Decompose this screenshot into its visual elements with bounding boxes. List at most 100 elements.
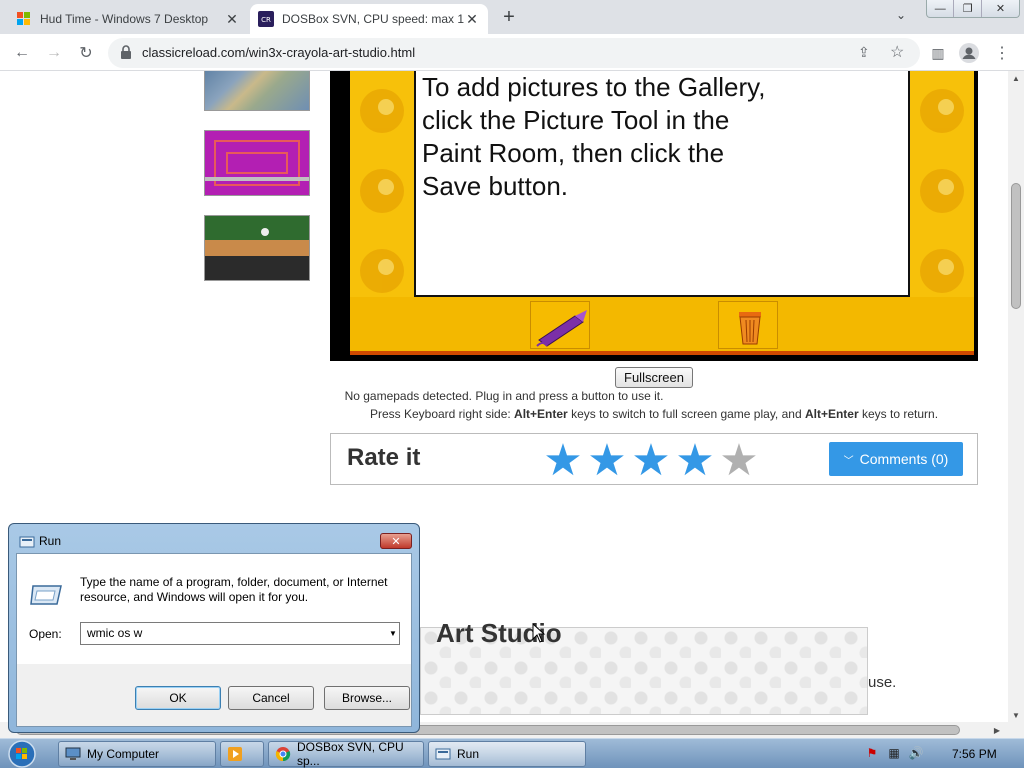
share-icon[interactable]: ⇪ bbox=[858, 44, 870, 61]
gallery-frame: To add pictures to the Gallery, click th… bbox=[350, 71, 974, 355]
dosbox-game-canvas[interactable]: To add pictures to the Gallery, click th… bbox=[330, 71, 978, 361]
chrome-icon bbox=[275, 746, 291, 762]
run-dialog-buttons: OK Cancel Browse... bbox=[17, 664, 411, 726]
gallery-instructions: To add pictures to the Gallery, click th… bbox=[422, 71, 765, 203]
game-thumbnail-purple[interactable] bbox=[204, 130, 310, 196]
start-button[interactable] bbox=[6, 739, 46, 768]
vertical-scroll-thumb[interactable] bbox=[1011, 183, 1021, 309]
forward-button[interactable]: → bbox=[42, 41, 66, 65]
taskbar-item-label: My Computer bbox=[87, 747, 160, 761]
taskbar-media-player[interactable] bbox=[220, 741, 264, 767]
taskbar-chrome-dosbox[interactable]: DOSBox SVN, CPU sp... bbox=[268, 740, 424, 768]
instruction-line: click the Picture Tool in the bbox=[422, 105, 730, 135]
browser-toolbar: ← → ↻ classicreload.com/win3x-crayola-ar… bbox=[0, 34, 1024, 71]
star-empty-icon[interactable]: ★ bbox=[717, 439, 761, 484]
address-bar[interactable]: classicreload.com/win3x-crayola-art-stud… bbox=[108, 38, 920, 68]
instruction-line: To add pictures to the Gallery, bbox=[422, 72, 766, 102]
windows-taskbar: My Computer DOSBox SVN, CPU sp... Run ⚑ … bbox=[0, 738, 1024, 768]
comments-label: Comments (0) bbox=[859, 451, 949, 467]
run-dialog-titlebar[interactable]: Run ✕ bbox=[9, 524, 419, 552]
menu-kebab-icon[interactable]: ⋮ bbox=[990, 41, 1014, 65]
comments-button[interactable]: ﹀ Comments (0) bbox=[829, 442, 963, 476]
tab-title: Hud Time - Windows 7 Desktop bbox=[40, 12, 209, 26]
trash-tool-button[interactable] bbox=[718, 301, 778, 349]
chevron-down-icon: ﹀ bbox=[843, 455, 854, 467]
star-filled-icon[interactable]: ★ bbox=[541, 439, 585, 484]
dropdown-arrow-icon[interactable]: ▼ bbox=[387, 623, 399, 644]
close-dialog-button[interactable]: ✕ bbox=[380, 533, 412, 549]
lock-icon bbox=[120, 45, 134, 61]
bookmark-star-icon[interactable]: ☆ bbox=[890, 42, 904, 62]
description-text: use. bbox=[868, 674, 897, 691]
browse-button[interactable]: Browse... bbox=[324, 686, 410, 710]
tab-dosbox[interactable]: CR DOSBox SVN, CPU speed: max 10 ✕ bbox=[250, 4, 488, 34]
instruction-line: Paint Room, then click the bbox=[422, 138, 725, 168]
instruction-line: Save button. bbox=[422, 171, 568, 201]
taskbar-item-label: DOSBox SVN, CPU sp... bbox=[297, 740, 404, 768]
rating-box: Rate it ★ ★ ★ ★ ★ ﹀ Comments (0) bbox=[330, 433, 978, 485]
taskbar-run[interactable]: Run bbox=[428, 741, 586, 767]
ok-button[interactable]: OK bbox=[135, 686, 221, 710]
browser-tab-bar: Hud Time - Windows 7 Desktop ✕ CR DOSBox… bbox=[0, 0, 1024, 34]
run-dialog: Run ✕ Type the name of a program, folder… bbox=[8, 523, 420, 733]
game-thumbnail-baseball[interactable] bbox=[204, 215, 310, 281]
run-dialog-body: Type the name of a program, folder, docu… bbox=[16, 553, 412, 727]
computer-icon bbox=[65, 746, 81, 762]
system-tray: ⚑ ▦ 🔊 bbox=[864, 745, 924, 761]
run-icon bbox=[435, 746, 451, 762]
tab-hud-time[interactable]: Hud Time - Windows 7 Desktop ✕ bbox=[8, 4, 248, 34]
media-player-icon bbox=[227, 746, 243, 762]
keyboard-note: Press Keyboard right side: Alt+Enter key… bbox=[154, 407, 1008, 421]
tab-title: DOSBox SVN, CPU speed: max 10 bbox=[282, 12, 464, 26]
network-icon[interactable]: ▦ bbox=[886, 745, 902, 761]
star-rating[interactable]: ★ ★ ★ ★ ★ bbox=[541, 439, 761, 484]
side-panel-icon[interactable]: ▥ bbox=[926, 41, 950, 65]
run-program-icon bbox=[29, 582, 63, 608]
volume-icon[interactable]: 🔊 bbox=[908, 745, 924, 761]
close-window-button[interactable]: ✕ bbox=[982, 0, 1019, 17]
rate-label: Rate it bbox=[347, 444, 421, 471]
cancel-button[interactable]: Cancel bbox=[228, 686, 314, 710]
frame-bottom-edge bbox=[350, 351, 974, 355]
keyboard-shortcut: Alt+Enter bbox=[804, 407, 859, 421]
chevron-down-icon[interactable]: ⌄ bbox=[896, 8, 914, 26]
game-thumbnail-map[interactable] bbox=[204, 71, 310, 111]
action-center-flag-icon[interactable]: ⚑ bbox=[864, 745, 880, 761]
run-description: Type the name of a program, folder, docu… bbox=[80, 575, 388, 604]
run-dialog-title: Run bbox=[39, 534, 62, 548]
profile-avatar-icon[interactable] bbox=[957, 41, 981, 65]
mouse-cursor-icon bbox=[532, 623, 546, 643]
star-filled-icon[interactable]: ★ bbox=[585, 439, 629, 484]
scroll-up-arrow-icon[interactable]: ▲ bbox=[1008, 71, 1024, 85]
vertical-scrollbar[interactable]: ▲ ▼ bbox=[1008, 71, 1024, 722]
crayon-tool-button[interactable] bbox=[530, 301, 590, 349]
crayon-icon bbox=[536, 310, 587, 347]
minimize-button[interactable]: — bbox=[927, 0, 955, 17]
trash-can-icon bbox=[739, 312, 761, 345]
keyboard-shortcut: Alt+Enter bbox=[514, 407, 568, 421]
restore-button[interactable]: ❐ bbox=[954, 0, 982, 17]
run-icon bbox=[19, 535, 35, 548]
fullscreen-button[interactable]: Fullscreen bbox=[615, 367, 693, 388]
star-filled-icon[interactable]: ★ bbox=[629, 439, 673, 484]
screen: Hud Time - Windows 7 Desktop ✕ CR DOSBox… bbox=[0, 0, 1024, 768]
close-tab-icon[interactable]: ✕ bbox=[464, 11, 480, 27]
window-controls: — ❐ ✕ bbox=[926, 0, 1020, 18]
taskbar-my-computer[interactable]: My Computer bbox=[58, 741, 216, 767]
svg-text:CR: CR bbox=[261, 16, 271, 24]
taskbar-item-label: Run bbox=[457, 747, 480, 761]
open-input[interactable]: wmic os w bbox=[80, 622, 400, 645]
taskbar-clock[interactable]: 7:56 PM bbox=[952, 747, 997, 761]
star-filled-icon[interactable]: ★ bbox=[673, 439, 717, 484]
frame-base bbox=[350, 297, 974, 353]
open-label: Open: bbox=[29, 627, 62, 641]
new-tab-button[interactable]: + bbox=[498, 6, 520, 28]
url-text: classicreload.com/win3x-crayola-art-stud… bbox=[142, 45, 416, 60]
close-tab-icon[interactable]: ✕ bbox=[224, 11, 240, 27]
back-button[interactable]: ← bbox=[10, 41, 34, 65]
keyboard-note-text: Press Keyboard right side: bbox=[369, 407, 515, 421]
scroll-down-arrow-icon[interactable]: ▼ bbox=[1008, 708, 1024, 722]
scroll-right-arrow-icon[interactable]: ▶ bbox=[990, 722, 1004, 738]
reload-button[interactable]: ↻ bbox=[74, 41, 98, 65]
windows-logo-icon bbox=[16, 11, 32, 27]
